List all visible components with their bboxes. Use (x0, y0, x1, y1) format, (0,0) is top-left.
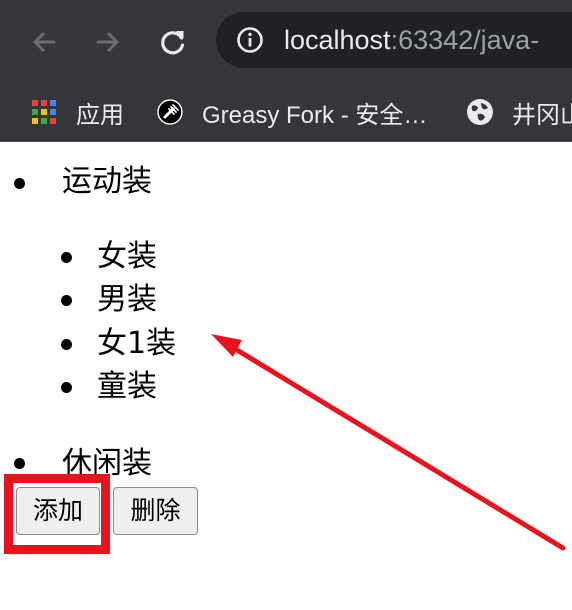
info-icon[interactable] (236, 26, 264, 54)
back-arrow-icon (33, 32, 56, 52)
delete-button[interactable]: 删除 (113, 487, 198, 535)
forward-arrow-icon (96, 32, 119, 52)
bookmark-label: Greasy Fork - 安全… (202, 101, 428, 129)
bookmark-apps[interactable]: 应用 (30, 90, 124, 134)
bookmark-label: 应用 (76, 101, 124, 129)
list-item-label: 运动装 (62, 164, 152, 199)
list-item-label: 男装 (97, 282, 157, 317)
forward-button[interactable] (88, 22, 128, 62)
bullet-icon (61, 382, 72, 393)
bullet-icon (61, 295, 72, 306)
apps-grid-icon (32, 100, 56, 124)
url-text: localhost:63342/java- (284, 23, 539, 57)
browser-toolbar: localhost:63342/java- (0, 0, 572, 82)
bullet-icon (14, 178, 25, 189)
reload-icon (161, 31, 185, 55)
bullet-icon (61, 339, 72, 350)
address-bar[interactable]: localhost:63342/java- (216, 12, 572, 68)
list-item-label: 童装 (97, 369, 157, 404)
bookmark-greasy-fork[interactable]: Greasy Fork - 安全… (156, 90, 427, 134)
list-item-label: 女装 (97, 239, 157, 274)
bullet-icon (14, 458, 25, 469)
globe-icon (467, 99, 493, 125)
bullet-icon (61, 252, 72, 263)
url-host: localhost (284, 25, 391, 55)
back-button[interactable] (24, 22, 64, 62)
bookmarks-bar: 应用 Greasy Fork - 安全… 井冈山 (0, 82, 572, 142)
bookmark-jinggangshan[interactable]: 井冈山 (466, 90, 572, 134)
bookmark-label: 井冈山 (512, 101, 572, 129)
url-path: :63342/java- (390, 25, 540, 55)
greasy-fork-icon (157, 99, 183, 125)
list-item-label: 女1装 (97, 326, 177, 361)
highlight-box (4, 474, 110, 554)
reload-button[interactable] (153, 22, 193, 62)
